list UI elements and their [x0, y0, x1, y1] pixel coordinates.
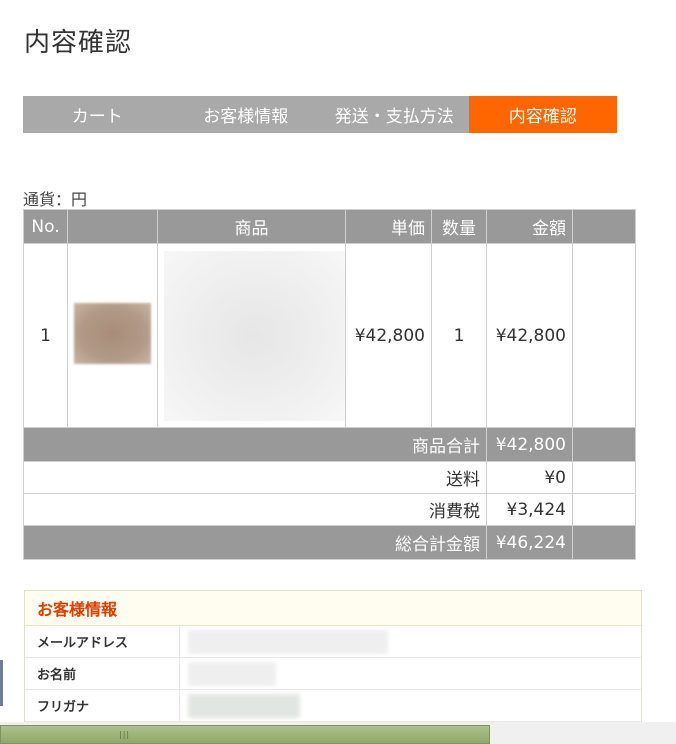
furigana-value-redacted — [180, 690, 641, 721]
item-no: 1 — [23, 243, 68, 428]
item-quantity: 1 — [431, 243, 487, 428]
header-unit-price: 単価 — [345, 209, 432, 244]
header-amount: 金額 — [486, 209, 573, 244]
name-label: お名前 — [25, 658, 180, 689]
header-product: 商品 — [157, 209, 346, 244]
item-amount: ¥42,800 — [486, 243, 573, 428]
info-row-name: お名前 — [25, 658, 641, 690]
step-shipping-payment: 発送・支払方法 — [334, 107, 454, 127]
item-actions — [572, 243, 636, 428]
step-cart: カート — [71, 107, 123, 127]
subtotal-row: 商品合計 ¥42,800 — [23, 427, 636, 462]
tax-label: 消費税 — [23, 493, 487, 526]
email-label: メールアドレス — [25, 626, 180, 657]
shipping-label: 送料 — [23, 461, 487, 494]
shipping-row: 送料 ¥0 — [23, 461, 636, 494]
checkout-steps: カート お客様情報 発送・支払方法 内容確認 — [23, 96, 617, 133]
step-confirm: 内容確認 — [468, 96, 617, 133]
subtotal-spacer — [572, 427, 636, 462]
info-row-email: メールアドレス — [25, 626, 641, 658]
email-value-redacted — [180, 626, 641, 657]
step-customer-info: お客様情報 — [203, 107, 289, 127]
tax-value: ¥3,424 — [486, 493, 573, 526]
item-unit-price: ¥42,800 — [345, 243, 432, 428]
name-value-redacted — [180, 658, 641, 689]
shipping-spacer — [572, 461, 636, 494]
item-thumbnail-cell — [67, 243, 158, 428]
scrollbar-grip-icon: ||| — [119, 730, 131, 739]
horizontal-scrollbar[interactable]: ||| — [0, 722, 676, 744]
window-edge-marker — [0, 660, 3, 706]
total-row: 総合計金額 ¥46,224 — [23, 525, 636, 560]
total-label: 総合計金額 — [23, 525, 487, 560]
item-product-cell — [157, 243, 346, 428]
currency-label: 通貨：円 — [23, 190, 88, 209]
total-value: ¥46,224 — [486, 525, 573, 560]
subtotal-value: ¥42,800 — [486, 427, 573, 462]
customer-info-section: お客様情報 メールアドレス お名前 フリガナ — [24, 590, 642, 722]
header-image — [67, 209, 158, 244]
total-spacer — [572, 525, 636, 560]
header-actions — [572, 209, 636, 244]
scrollbar-thumb[interactable]: ||| — [0, 725, 490, 744]
subtotal-label: 商品合計 — [23, 427, 487, 462]
customer-info-title: お客様情報 — [25, 591, 641, 626]
furigana-label: フリガナ — [25, 690, 180, 721]
header-no: No. — [23, 209, 68, 244]
cart-table: No. 商品 単価 数量 金額 1 ¥42,800 1 ¥42,800 商品合計… — [23, 209, 636, 560]
product-name-redacted — [164, 250, 345, 421]
page-title: 内容確認 — [24, 28, 133, 58]
cart-header-row: No. 商品 単価 数量 金額 — [23, 209, 636, 244]
table-row: 1 ¥42,800 1 ¥42,800 — [23, 243, 636, 428]
shipping-value: ¥0 — [486, 461, 573, 494]
header-quantity: 数量 — [431, 209, 487, 244]
tax-spacer — [572, 493, 636, 526]
product-thumbnail[interactable] — [74, 302, 151, 364]
info-row-furigana: フリガナ — [25, 690, 641, 722]
tax-row: 消費税 ¥3,424 — [23, 493, 636, 526]
